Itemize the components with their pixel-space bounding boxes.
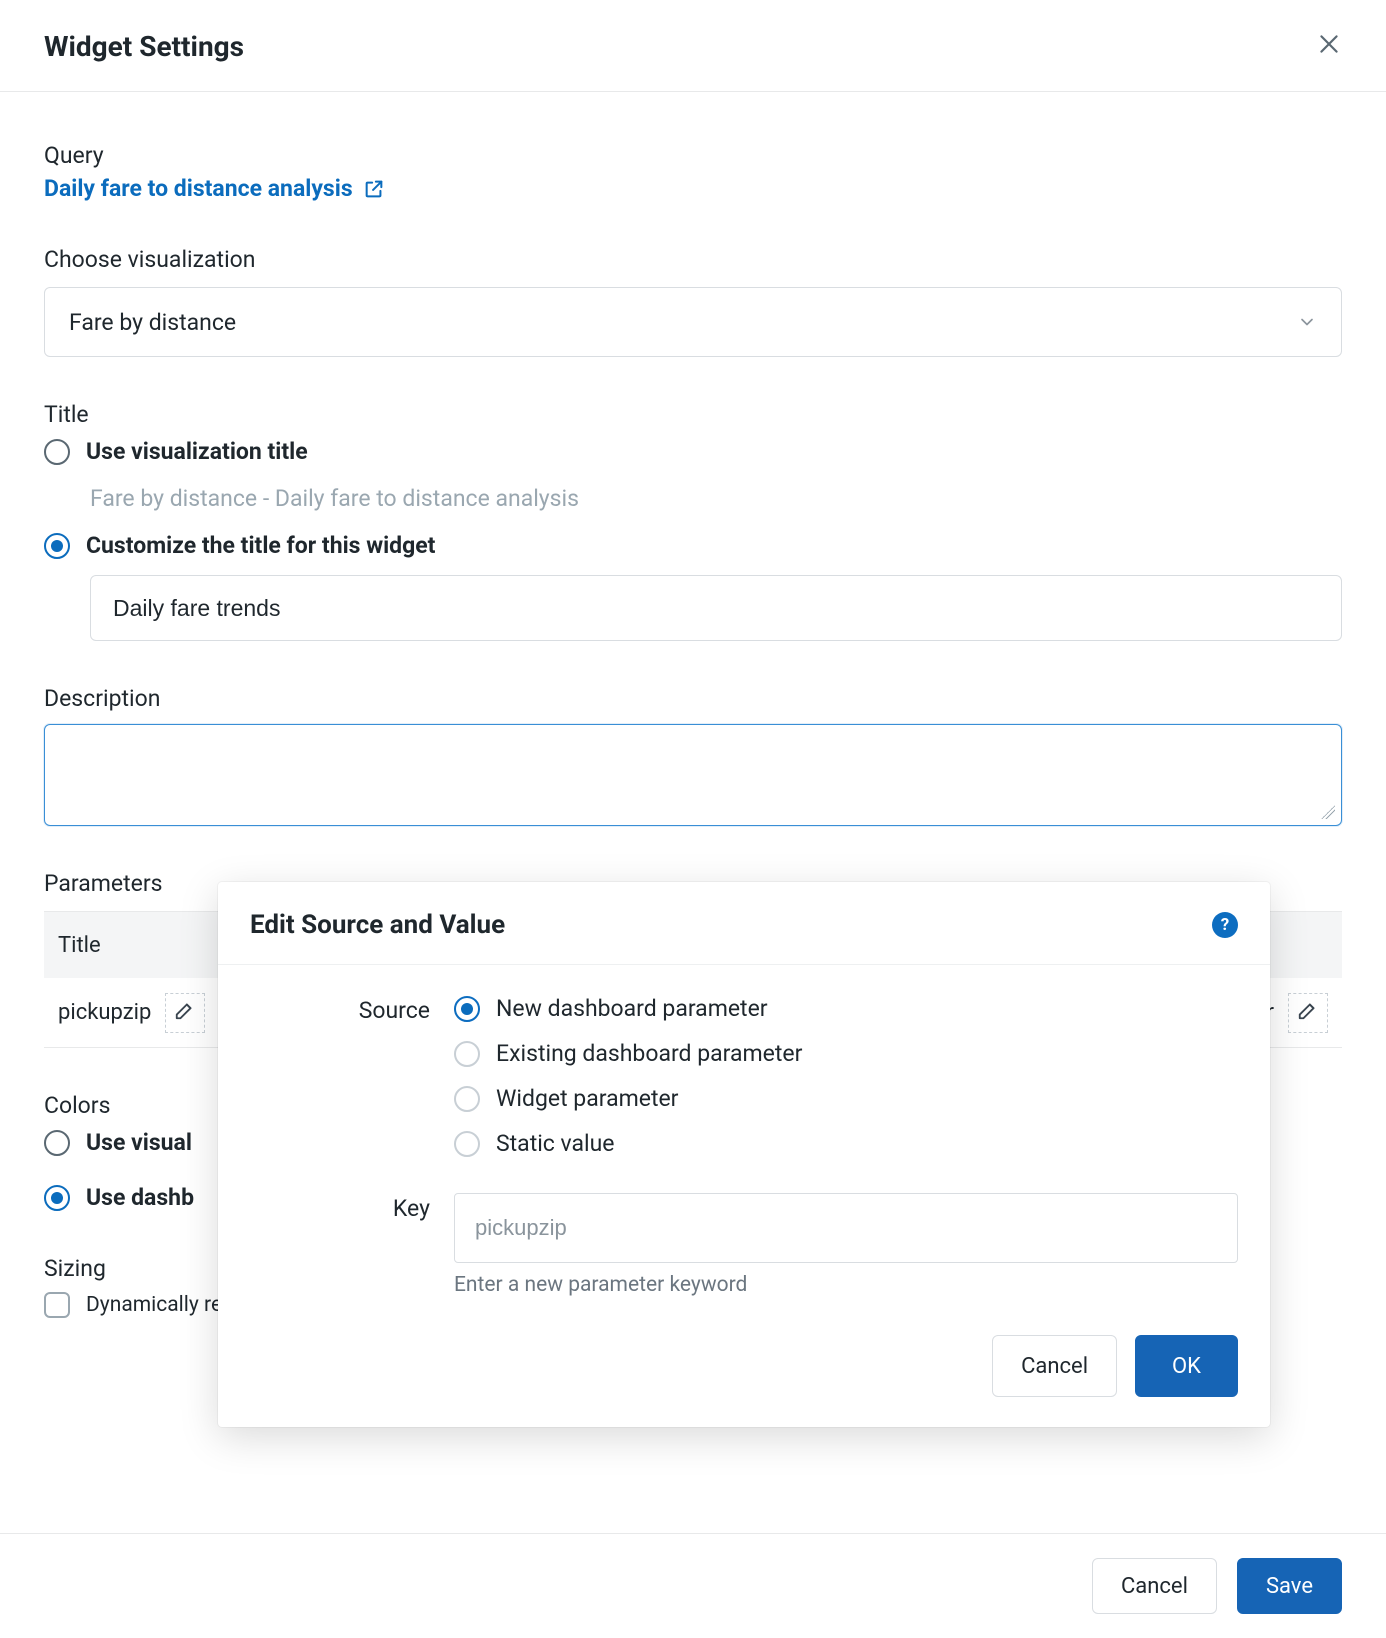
title-preview-muted: Fare by distance - Daily fare to distanc… (90, 485, 1342, 512)
description-section: Description (44, 685, 1342, 826)
edit-source-value-modal: Edit Source and Value ? Source New dashb… (218, 882, 1270, 1427)
external-link-icon (363, 178, 385, 200)
key-input[interactable] (454, 1193, 1238, 1263)
radio-icon (454, 1086, 480, 1112)
inner-cancel-button[interactable]: Cancel (992, 1335, 1117, 1397)
parameter-title-cell: pickupzip (58, 1000, 151, 1025)
cancel-button[interactable]: Cancel (1092, 1558, 1217, 1614)
visualization-selected-value: Fare by distance (69, 309, 236, 336)
help-button[interactable]: ? (1212, 912, 1238, 938)
edit-parameter-button[interactable] (165, 993, 205, 1033)
row-right: r (1267, 993, 1328, 1033)
key-field: Enter a new parameter keyword (454, 1193, 1238, 1297)
radio-icon (454, 1131, 480, 1157)
radio-label: Widget parameter (496, 1085, 678, 1112)
visualization-section: Choose visualization Fare by distance (44, 246, 1342, 357)
query-link-text: Daily fare to distance analysis (44, 175, 353, 202)
description-label: Description (44, 685, 1342, 712)
inner-modal-title: Edit Source and Value (250, 910, 505, 940)
radio-label: Existing dashboard parameter (496, 1040, 802, 1067)
custom-title-input[interactable] (90, 575, 1342, 641)
radio-label: Use visual (86, 1129, 192, 1156)
radio-icon (454, 1041, 480, 1067)
radio-label: New dashboard parameter (496, 995, 768, 1022)
source-options: New dashboard parameter Existing dashboa… (454, 995, 1238, 1157)
radio-icon (44, 533, 70, 559)
radio-icon (44, 1130, 70, 1156)
radio-icon (44, 439, 70, 465)
save-button[interactable]: Save (1237, 1558, 1342, 1614)
key-row: Key Enter a new parameter keyword (250, 1193, 1238, 1297)
pencil-icon (1297, 999, 1319, 1027)
radio-label: Customize the title for this widget (86, 532, 435, 559)
visualization-select[interactable]: Fare by distance (44, 287, 1342, 357)
source-label: Source (250, 995, 430, 1157)
visualization-label: Choose visualization (44, 246, 1342, 273)
source-row: Source New dashboard parameter Existing … (250, 995, 1238, 1157)
query-section: Query Daily fare to distance analysis (44, 142, 1342, 202)
dialog-title: Widget Settings (44, 30, 244, 63)
widget-settings-dialog: Widget Settings Query Daily fare to dist… (0, 0, 1386, 1638)
key-label: Key (250, 1193, 430, 1297)
radio-source-new-dashboard-parameter[interactable]: New dashboard parameter (454, 995, 1238, 1022)
query-link[interactable]: Daily fare to distance analysis (44, 175, 385, 202)
radio-source-existing-dashboard-parameter[interactable]: Existing dashboard parameter (454, 1040, 1238, 1067)
radio-use-visualization-title[interactable]: Use visualization title (44, 438, 1342, 465)
inner-modal-header: Edit Source and Value ? (218, 882, 1270, 965)
inner-modal-footer: Cancel OK (218, 1317, 1270, 1427)
inner-ok-button[interactable]: OK (1135, 1335, 1238, 1397)
title-section: Title Use visualization title Fare by di… (44, 401, 1342, 641)
query-label: Query (44, 142, 1342, 169)
radio-label: Use visualization title (86, 438, 308, 465)
radio-source-static-value[interactable]: Static value (454, 1130, 1238, 1157)
key-helper-text: Enter a new parameter keyword (454, 1273, 1238, 1297)
radio-icon (44, 1185, 70, 1211)
chevron-down-icon (1297, 312, 1317, 332)
close-button[interactable] (1316, 34, 1342, 60)
radio-customize-title[interactable]: Customize the title for this widget (44, 532, 1342, 559)
radio-label: Use dashb (86, 1184, 194, 1211)
radio-label: Static value (496, 1130, 615, 1157)
checkbox-icon (44, 1292, 70, 1318)
title-label: Title (44, 401, 1342, 428)
radio-source-widget-parameter[interactable]: Widget parameter (454, 1085, 1238, 1112)
dialog-header: Widget Settings (0, 0, 1386, 92)
radio-icon (454, 996, 480, 1022)
description-textarea[interactable] (44, 724, 1342, 826)
dialog-body: Query Daily fare to distance analysis Ch… (0, 92, 1386, 1533)
pencil-icon (174, 999, 196, 1027)
dialog-footer: Cancel Save (0, 1533, 1386, 1638)
parameters-col-title: Title (58, 933, 101, 958)
inner-modal-body: Source New dashboard parameter Existing … (218, 965, 1270, 1317)
edit-parameter-value-button[interactable] (1288, 993, 1328, 1033)
close-icon (1316, 31, 1342, 63)
question-icon: ? (1221, 915, 1229, 935)
